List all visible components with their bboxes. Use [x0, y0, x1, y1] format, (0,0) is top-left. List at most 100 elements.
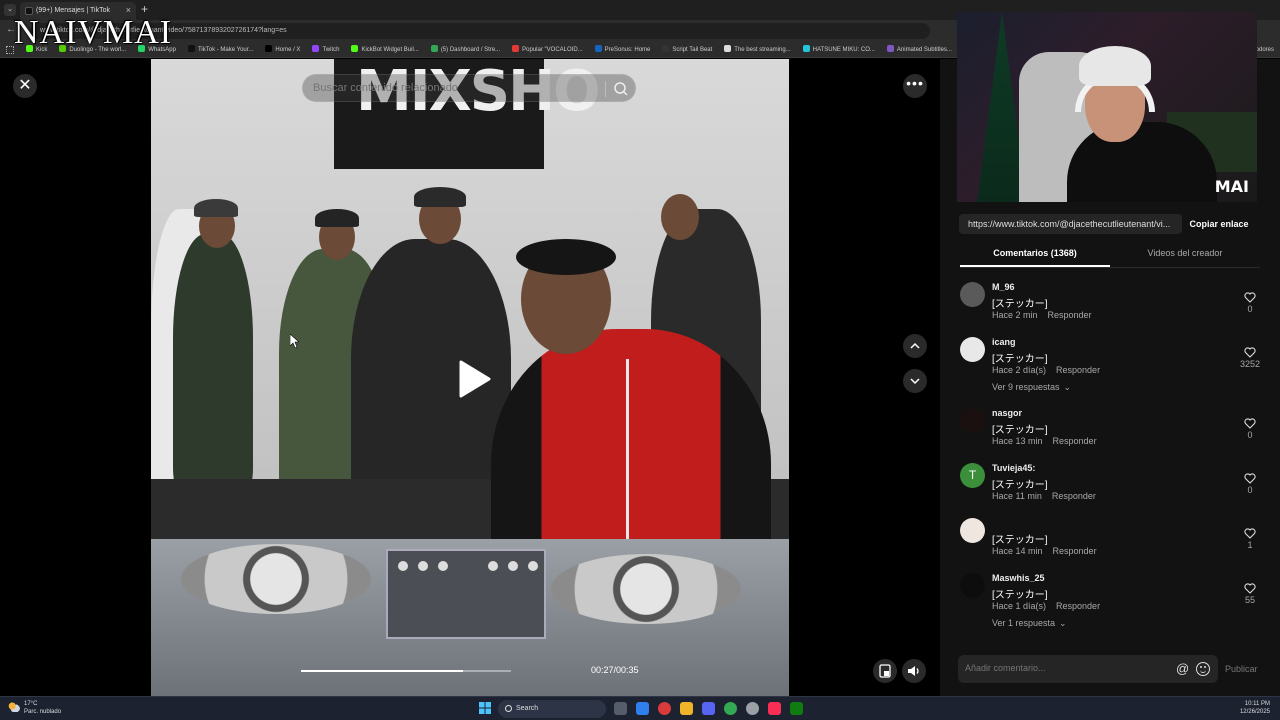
copy-link-button[interactable]: Copiar enlace	[1184, 214, 1254, 234]
video-progress-fill	[301, 670, 463, 672]
apps-grid-icon[interactable]	[6, 46, 14, 54]
reply-button[interactable]: Responder	[1053, 546, 1097, 556]
comment-text: [ステッカー]	[992, 425, 1048, 436]
video-link-field[interactable]: https://www.tiktok.com/@djacethecutlieut…	[959, 214, 1182, 234]
comment-meta: Hace 2 día(s) Responder	[992, 365, 1100, 375]
bookmark-label: Twitch	[322, 47, 340, 53]
play-icon[interactable]	[455, 359, 493, 399]
settings-gear-icon[interactable]	[746, 702, 759, 715]
mention-icon[interactable]: @	[1176, 661, 1189, 676]
comment-time: Hace 14 min	[992, 546, 1043, 556]
view-replies-button[interactable]: Ver 1 respuesta ⌄	[992, 618, 1067, 629]
next-video-button[interactable]	[903, 369, 927, 393]
chevron-down-icon	[910, 378, 920, 385]
more-options-button[interactable]: •••	[903, 74, 927, 98]
comment-username[interactable]: icang	[992, 337, 1016, 347]
bookmarks-overflow[interactable]: odores	[1256, 42, 1274, 57]
related-search-input[interactable]	[313, 82, 593, 94]
video-stage: ✕ MIXSHO Buscar contenido relacionado ••…	[0, 59, 940, 696]
webcam-overlay: MAI	[957, 12, 1257, 202]
avatar[interactable]	[960, 573, 985, 598]
bookmark-item[interactable]: (5) Dashboard / Stre...	[430, 42, 500, 57]
reply-button[interactable]: Responder	[1056, 601, 1100, 611]
volume-button[interactable]	[902, 659, 926, 683]
bookmark-item[interactable]: KickBot Widget Buil...	[351, 42, 419, 57]
comment-time: Hace 13 min	[992, 436, 1043, 446]
discord-icon[interactable]	[702, 702, 715, 715]
comment-item: icang [ステッカー] Hace 2 día(s) Responder 3252 Ve…	[960, 337, 1265, 392]
bookmark-favicon-icon	[430, 45, 438, 52]
reply-button[interactable]: Responder	[1053, 436, 1097, 446]
task-view-icon[interactable]	[614, 702, 627, 715]
avatar[interactable]: T	[960, 463, 985, 488]
bookmark-item[interactable]: Popular "VOCALOID...	[512, 42, 583, 57]
chevron-down-icon: ⌄	[1063, 382, 1072, 392]
taskbar-clock[interactable]: 10:11 PM 12/26/2025	[1240, 700, 1270, 716]
avatar[interactable]	[960, 282, 985, 307]
music-app-icon[interactable]	[768, 702, 781, 715]
bookmark-item[interactable]: HATSUNE MIKU: CO...	[802, 42, 875, 57]
picture-in-picture-button[interactable]	[873, 659, 897, 683]
opera-icon[interactable]	[658, 702, 671, 715]
pip-icon	[879, 664, 891, 678]
bookmark-item[interactable]: Animated Subtitles...	[886, 42, 952, 57]
tab-creator-videos[interactable]: Videos del creador	[1110, 240, 1260, 267]
comment-username[interactable]: nasgor	[992, 408, 1022, 418]
avatar[interactable]	[960, 518, 985, 543]
view-replies-label: Ver 1 respuesta	[992, 618, 1056, 628]
like-count: 0	[1247, 304, 1253, 314]
chrome-icon[interactable]	[724, 702, 737, 715]
bookmark-label: KickBot Widget Buil...	[361, 47, 419, 53]
panel-tabs: Comentarios (1368) Videos del creador	[960, 240, 1260, 268]
like-count: 0	[1247, 485, 1253, 495]
related-search-bar[interactable]	[302, 74, 636, 102]
emoji-icon[interactable]	[1196, 662, 1210, 676]
comment-time: Hace 2 día(s)	[992, 365, 1047, 375]
bookmark-item[interactable]: TikTok - Make Your...	[187, 42, 253, 57]
weather-widget[interactable]: 17°C Parc. nublado	[8, 700, 61, 716]
tab-comments[interactable]: Comentarios (1368)	[960, 240, 1110, 267]
xbox-icon[interactable]	[790, 702, 803, 715]
tab-title: (99+) Mensajes | TikTok	[36, 7, 110, 14]
view-replies-button[interactable]: Ver 9 respuestas ⌄	[992, 382, 1071, 393]
comment-username[interactable]: Maswhis_25	[992, 573, 1045, 583]
bookmark-favicon-icon	[312, 45, 320, 52]
webcam-label: MAI	[1214, 177, 1249, 196]
video-progress-bar[interactable]	[301, 670, 511, 672]
bookmark-item[interactable]: Home / X	[265, 42, 300, 57]
avatar[interactable]	[960, 337, 985, 362]
taskbar-search[interactable]: Search	[498, 700, 606, 718]
reply-button[interactable]: Responder	[1052, 491, 1096, 501]
stream-logo: NAIVMAI	[14, 14, 173, 51]
reply-button[interactable]: Responder	[1048, 310, 1092, 320]
publish-button[interactable]: Publicar	[1225, 664, 1258, 674]
edge-icon[interactable]	[636, 702, 649, 715]
search-icon[interactable]	[613, 81, 629, 97]
avatar[interactable]	[960, 408, 985, 433]
comment-username[interactable]: M_96	[992, 282, 1015, 292]
mouse-cursor-icon	[290, 334, 299, 348]
comment-time: Hace 11 min	[992, 491, 1042, 501]
video-scene-knob	[528, 561, 538, 571]
video-scene-cap	[315, 209, 359, 227]
comment-username[interactable]: Tuvieja45:	[992, 463, 1035, 473]
reply-button[interactable]: Responder	[1056, 365, 1100, 375]
comment-text: [ステッカー]	[992, 535, 1048, 546]
comment-input[interactable]	[965, 663, 1165, 673]
view-replies-label: Ver 9 respuestas	[992, 382, 1060, 392]
bookmark-label: HATSUNE MIKU: CO...	[812, 47, 875, 53]
comment-time: Hace 1 día(s)	[992, 601, 1047, 611]
avatar-letter: T	[968, 468, 977, 482]
bookmark-item[interactable]: Script Tail Beat	[662, 42, 712, 57]
file-explorer-icon[interactable]	[680, 702, 693, 715]
bookmark-item[interactable]: PreSonus: Home	[594, 42, 650, 57]
close-button[interactable]: ✕	[13, 74, 37, 98]
windows-start-icon[interactable]	[479, 702, 491, 714]
bookmark-item[interactable]: The best streaming...	[724, 42, 791, 57]
partly-cloudy-icon	[8, 702, 20, 712]
comment-meta: Hace 11 min Responder	[992, 491, 1096, 501]
bookmark-label: Popular "VOCALOID...	[522, 47, 583, 53]
bookmark-item[interactable]: Twitch	[312, 42, 340, 57]
like-count: 0	[1247, 430, 1253, 440]
previous-video-button[interactable]	[903, 334, 927, 358]
